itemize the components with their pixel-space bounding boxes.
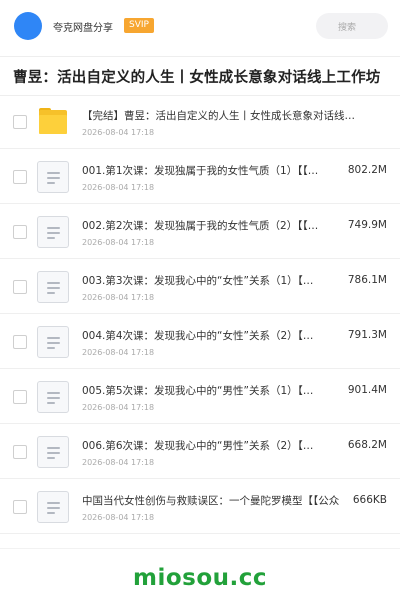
file-date: 2026-08-04 17:18: [82, 513, 155, 522]
row-checkbox[interactable]: [13, 500, 27, 514]
file-size: 802.2M: [347, 164, 387, 176]
footer: miosou.cc: [0, 548, 400, 601]
file-date: 2026-08-04 17:18: [82, 293, 155, 302]
file-name[interactable]: 001.第1次课：发现独属于我的女性气质（1）【【…: [82, 163, 340, 178]
folder-row[interactable]: 【完结】曹昱：活出自定义的人生丨女性成长意象对话线… 2026-08-04 17:…: [0, 94, 400, 149]
avatar[interactable]: [14, 12, 42, 40]
file-date: 2026-08-04 17:18: [82, 348, 155, 357]
document-icon: [37, 161, 69, 193]
row-checkbox[interactable]: [13, 115, 27, 129]
document-icon: [37, 381, 69, 413]
folder-icon: [37, 106, 69, 138]
file-row[interactable]: 005.第5次课：发现我心中的“男性”关系（1）【… 2026-08-04 17:…: [0, 369, 400, 424]
file-size: 666KB: [352, 494, 387, 506]
search-input[interactable]: 搜索: [316, 13, 388, 39]
file-name[interactable]: 004.第4次课：发现我心中的“女性”关系（2）【…: [82, 328, 340, 343]
document-icon: [37, 271, 69, 303]
watermark: miosou.cc: [132, 565, 268, 591]
file-name[interactable]: 002.第2次课：发现独属于我的女性气质（2）【【…: [82, 218, 340, 233]
file-size: 901.4M: [347, 384, 387, 396]
file-row[interactable]: 002.第2次课：发现独属于我的女性气质（2）【【… 2026-08-04 17:…: [0, 204, 400, 259]
row-checkbox[interactable]: [13, 445, 27, 459]
file-date: 2026-08-04 17:18: [82, 403, 155, 412]
file-name[interactable]: 003.第3次课：发现我心中的“女性”关系（1）【…: [82, 273, 340, 288]
file-name[interactable]: 中国当代女性创伤与救赎误区：一个曼陀罗模型【【公众: [82, 493, 340, 508]
row-checkbox[interactable]: [13, 335, 27, 349]
file-size: 786.1M: [347, 274, 387, 286]
title-bar: 曹昱：活出自定义的人生丨女性成长意象对话线上工作坊: [0, 56, 400, 96]
row-checkbox[interactable]: [13, 170, 27, 184]
site-name: 夸克网盘分享: [53, 23, 113, 34]
row-checkbox[interactable]: [13, 225, 27, 239]
row-checkbox[interactable]: [13, 280, 27, 294]
file-date: 2026-08-04 17:18: [82, 238, 155, 247]
file-date: 2026-08-04 17:18: [82, 128, 155, 137]
page-title: 曹昱：活出自定义的人生丨女性成长意象对话线上工作坊: [13, 70, 381, 86]
file-row[interactable]: 中国当代女性创伤与救赎误区：一个曼陀罗模型【【公众 2026-08-04 17:1…: [0, 479, 400, 534]
file-row[interactable]: 006.第6次课：发现我心中的“男性”关系（2）【… 2026-08-04 17:…: [0, 424, 400, 479]
file-list: 【完结】曹昱：活出自定义的人生丨女性成长意象对话线… 2026-08-04 17:…: [0, 94, 400, 534]
document-icon: [37, 216, 69, 248]
document-icon: [37, 491, 69, 523]
file-date: 2026-08-04 17:18: [82, 458, 155, 467]
file-name[interactable]: 【完结】曹昱：活出自定义的人生丨女性成长意象对话线…: [82, 108, 372, 123]
file-name[interactable]: 006.第6次课：发现我心中的“男性”关系（2）【…: [82, 438, 340, 453]
top-header: 夸克网盘分享 SVIP 搜索: [0, 0, 400, 52]
file-size: 749.9M: [347, 219, 387, 231]
file-row[interactable]: 004.第4次课：发现我心中的“女性”关系（2）【… 2026-08-04 17:…: [0, 314, 400, 369]
file-row[interactable]: 001.第1次课：发现独属于我的女性气质（1）【【… 2026-08-04 17:…: [0, 149, 400, 204]
file-size: 791.3M: [347, 329, 387, 341]
file-name[interactable]: 005.第5次课：发现我心中的“男性”关系（1）【…: [82, 383, 340, 398]
row-checkbox[interactable]: [13, 390, 27, 404]
search-placeholder: 搜索: [338, 23, 357, 33]
file-date: 2026-08-04 17:18: [82, 183, 155, 192]
file-size: 668.2M: [347, 439, 387, 451]
file-row[interactable]: 003.第3次课：发现我心中的“女性”关系（1）【… 2026-08-04 17:…: [0, 259, 400, 314]
document-icon: [37, 326, 69, 358]
svip-badge: SVIP: [124, 18, 154, 33]
document-icon: [37, 436, 69, 468]
